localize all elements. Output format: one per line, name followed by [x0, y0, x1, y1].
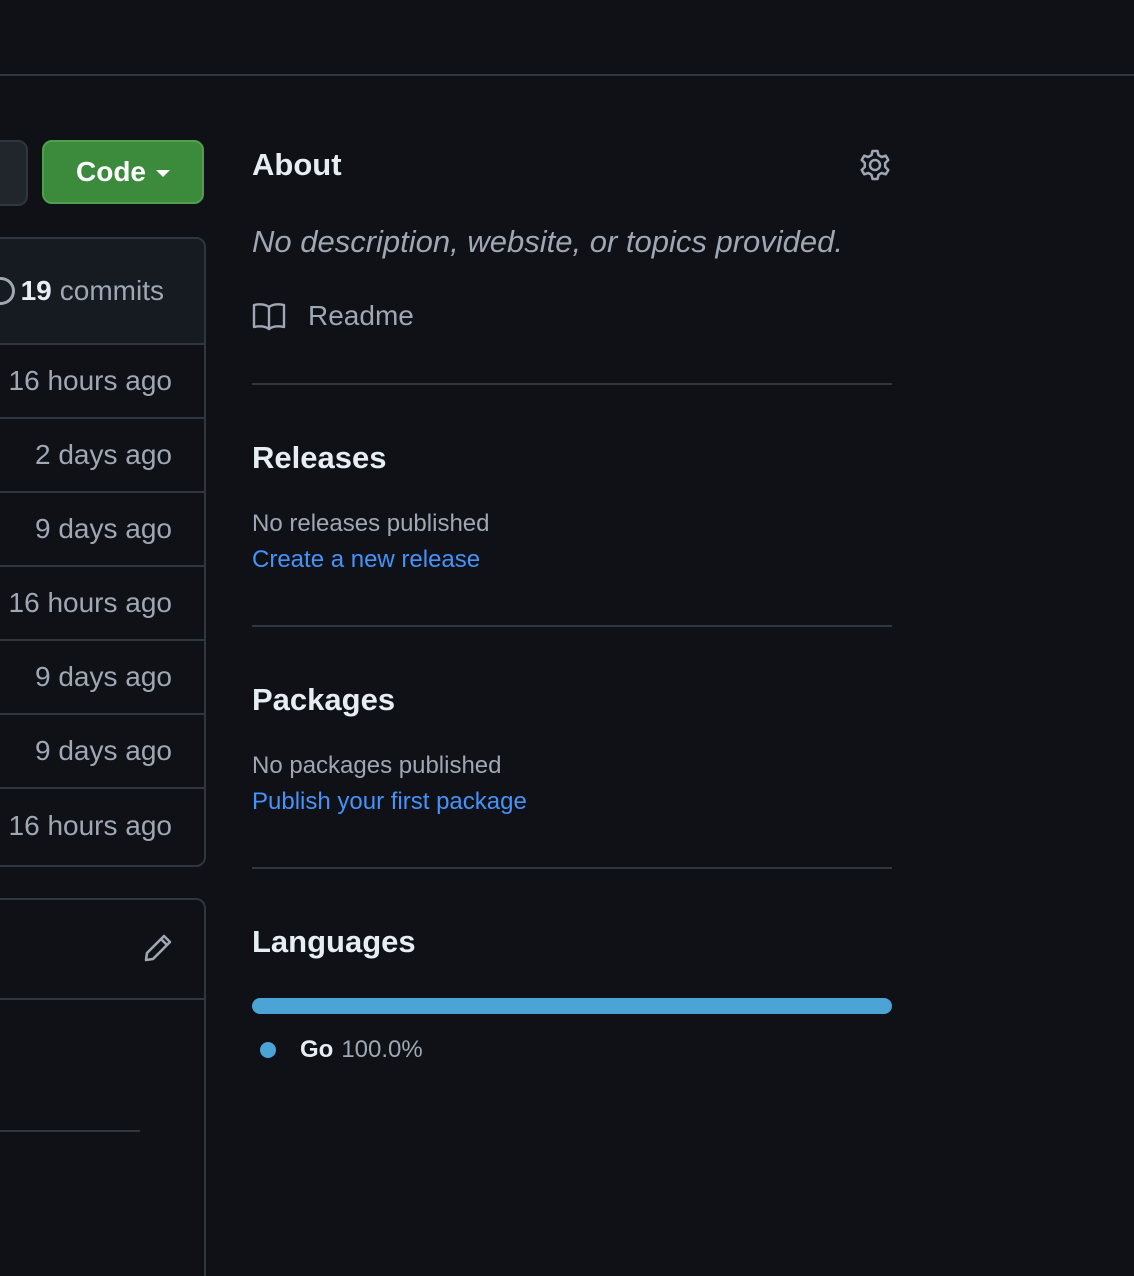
caret-down-icon	[156, 170, 170, 177]
top-header-bar	[0, 0, 1134, 76]
file-row-time: 16 hours ago	[8, 810, 172, 841]
file-row-time: 16 hours ago	[8, 365, 172, 396]
commits-label: commits	[59, 275, 164, 306]
commits-icon	[0, 277, 15, 305]
pencil-icon[interactable]	[142, 932, 174, 964]
gear-icon[interactable]	[858, 148, 892, 182]
file-row[interactable]: 2 days ago	[0, 419, 204, 493]
file-list: 19 commits 16 hours ago 2 days ago 9 day…	[0, 237, 206, 867]
language-color-dot	[260, 1042, 276, 1058]
file-row-time: 9 days ago	[35, 513, 172, 544]
languages-title: Languages	[252, 924, 416, 959]
file-row[interactable]: 9 days ago	[0, 715, 204, 789]
file-row-time: 2 days ago	[35, 439, 172, 470]
releases-status: No releases published	[252, 510, 490, 537]
readme-link[interactable]: Readme	[252, 300, 892, 332]
about-title: About	[252, 147, 342, 182]
language-item[interactable]: Go 100.0%	[252, 1036, 892, 1064]
code-button-label: Code	[76, 156, 146, 187]
file-row[interactable]: 9 days ago	[0, 493, 204, 567]
readme-panel	[0, 898, 206, 1276]
commits-count: 19	[20, 275, 52, 306]
packages-title: Packages	[252, 682, 396, 717]
readme-divider	[0, 1130, 140, 1132]
repo-sidebar: About No description, website, or topics…	[252, 140, 892, 1064]
about-description: No description, website, or topics provi…	[252, 224, 844, 259]
file-row-time: 16 hours ago	[8, 587, 172, 618]
readme-link-label: Readme	[308, 300, 414, 331]
language-name: Go	[300, 1036, 334, 1063]
language-bar	[252, 998, 892, 1014]
packages-status: No packages published	[252, 752, 502, 779]
file-row-time: 9 days ago	[35, 735, 172, 766]
file-row[interactable]: 16 hours ago	[0, 345, 204, 419]
publish-package-link[interactable]: Publish your first package	[252, 788, 892, 816]
file-row[interactable]: 9 days ago	[0, 641, 204, 715]
code-button[interactable]: Code	[42, 140, 204, 204]
commits-summary[interactable]: 19 commits	[0, 239, 204, 345]
repo-page: Code 19 commits 16 hours ago 2 days ago …	[0, 0, 1134, 1276]
language-percent: 100.0%	[341, 1036, 423, 1063]
about-header: About	[252, 140, 892, 190]
section-divider	[252, 383, 892, 385]
section-divider	[252, 625, 892, 627]
file-row[interactable]: 16 hours ago	[0, 789, 204, 863]
file-row-time: 9 days ago	[35, 661, 172, 692]
readme-panel-header	[0, 900, 204, 1000]
section-divider	[252, 867, 892, 869]
releases-title: Releases	[252, 440, 387, 475]
go-to-file-button[interactable]	[0, 140, 28, 206]
create-release-link[interactable]: Create a new release	[252, 546, 892, 574]
book-icon	[252, 303, 286, 331]
file-row[interactable]: 16 hours ago	[0, 567, 204, 641]
